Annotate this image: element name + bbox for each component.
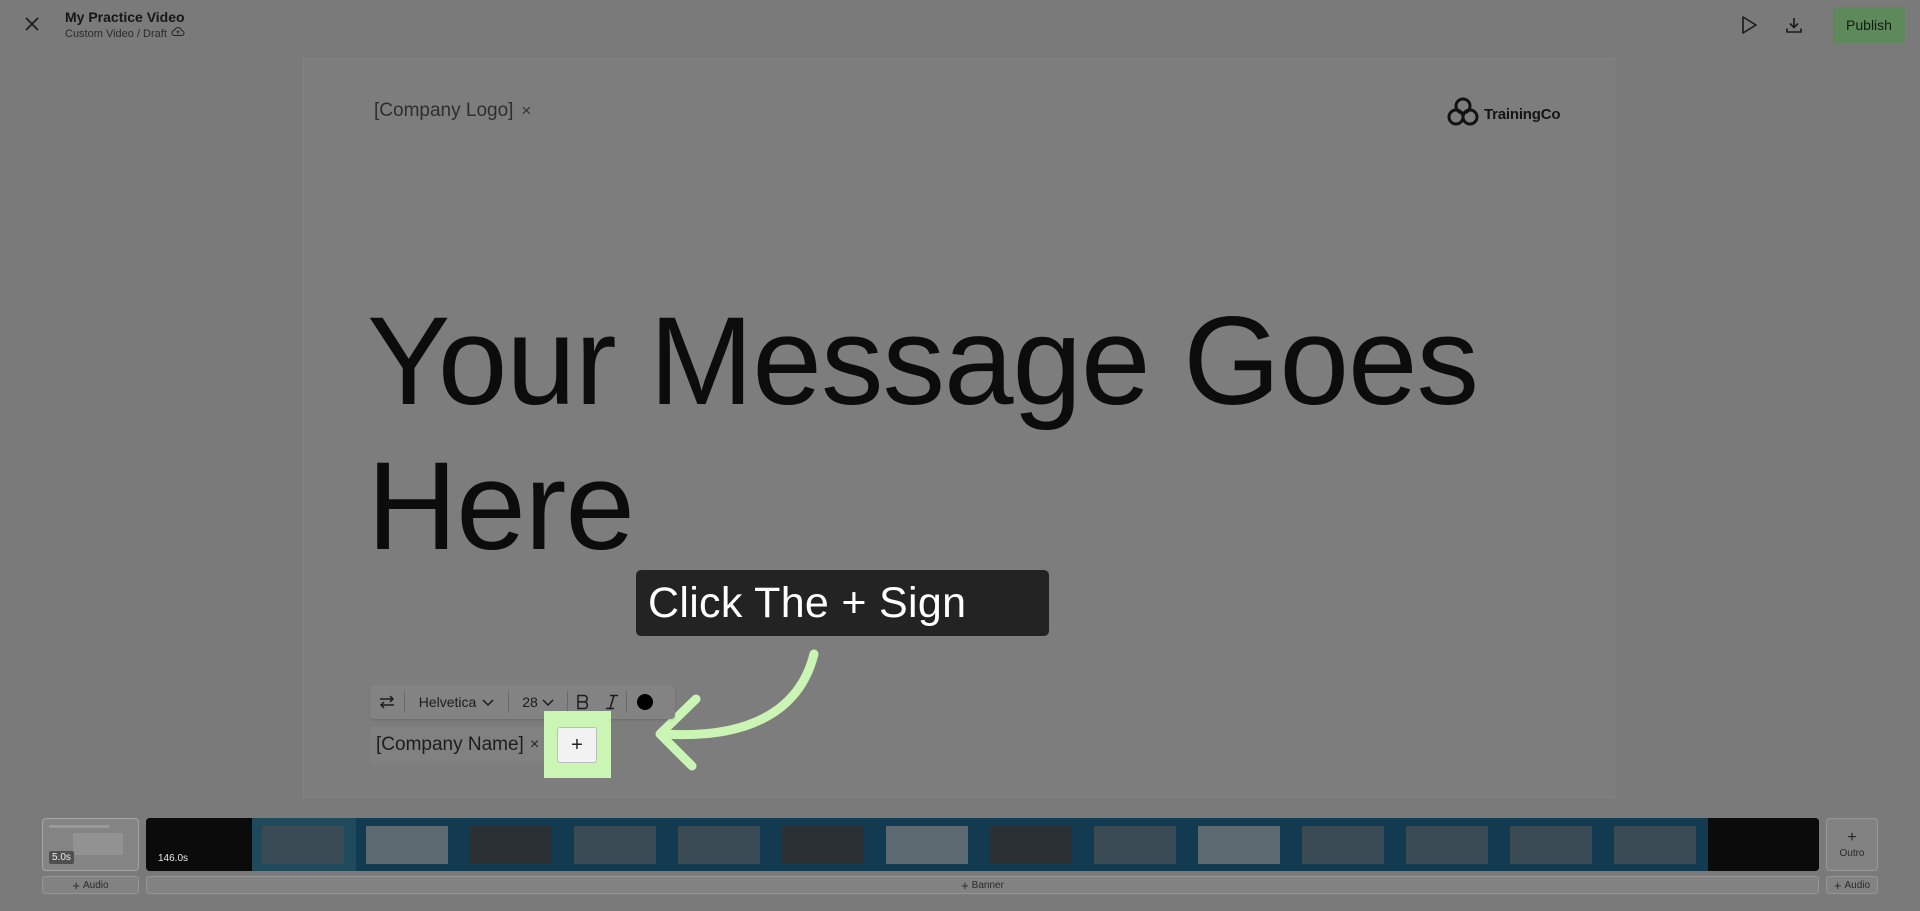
- audio-label: Audio: [83, 879, 109, 891]
- brand-logo: TrainingCo: [1446, 95, 1561, 134]
- chevron-down-icon: [542, 694, 554, 710]
- add-outro-button[interactable]: + Outro: [1826, 818, 1878, 871]
- text-color-picker[interactable]: [627, 685, 663, 719]
- remove-company-name-button[interactable]: ×: [530, 736, 539, 754]
- color-swatch-icon: [637, 694, 653, 710]
- play-icon[interactable]: [1736, 12, 1762, 38]
- font-family-value: Helvetica: [418, 694, 477, 710]
- frame-shot: [782, 826, 864, 864]
- thumb-box: [73, 833, 123, 855]
- timeline: 5.0s 146.0s + Outro + Audio + Banner + A…: [0, 812, 1920, 911]
- clip-frame: [564, 818, 668, 871]
- clip-frame: [980, 818, 1084, 871]
- font-family-select[interactable]: Helvetica: [405, 685, 508, 719]
- clip-frame: [356, 818, 460, 871]
- intro-duration-badge: 5.0s: [49, 851, 74, 864]
- headline-line-1: Your Message Goes: [367, 292, 1479, 431]
- clip-frame: [668, 818, 772, 871]
- frame-shot: [1614, 826, 1696, 864]
- frame-shot: [574, 826, 656, 864]
- plus-icon: +: [961, 877, 969, 893]
- frame-shot: [990, 826, 1072, 864]
- clip-frame: [1708, 818, 1819, 871]
- add-element-button[interactable]: +: [557, 727, 597, 763]
- company-logo-placeholder[interactable]: [Company Logo] ×: [374, 100, 531, 122]
- plus-icon: +: [1833, 877, 1842, 893]
- intro-slide-thumbnail[interactable]: 5.0s: [42, 818, 139, 871]
- trainingco-logo-icon: [1446, 95, 1480, 134]
- video-status: Custom Video / Draft: [65, 26, 185, 42]
- font-size-value: 28: [522, 694, 538, 710]
- logo-placeholder-text: [Company Logo]: [374, 100, 514, 121]
- add-outro-audio-button[interactable]: + Audio: [1826, 876, 1878, 894]
- title-block: My Practice Video Custom Video / Draft: [65, 9, 185, 42]
- video-title: My Practice Video: [65, 9, 185, 25]
- clip-frame: [1188, 818, 1292, 871]
- frame-shot: [1302, 826, 1384, 864]
- clip-frame: [876, 818, 980, 871]
- banner-label: Banner: [971, 879, 1004, 891]
- clip-frame: [1292, 818, 1396, 871]
- tutorial-callout: Click The + Sign: [636, 570, 1049, 636]
- close-icon[interactable]: [20, 12, 44, 36]
- headline-line-2: Here: [367, 437, 635, 576]
- clip-frame: [772, 818, 876, 871]
- slide-canvas[interactable]: [Company Logo] × TrainingCo Your Message…: [303, 58, 1615, 798]
- brand-name: TrainingCo: [1484, 106, 1561, 123]
- clip-frame: [460, 818, 564, 871]
- breadcrumb: Custom Video / Draft: [65, 27, 167, 40]
- top-bar: My Practice Video Custom Video / Draft P…: [0, 0, 1920, 50]
- frame-shot: [678, 826, 760, 864]
- cloud-sync-icon: [171, 26, 185, 42]
- frame-shot: [1094, 826, 1176, 864]
- clip-duration-badge: 146.0s: [158, 853, 189, 864]
- clip-frame: [1084, 818, 1188, 871]
- plus-icon: +: [72, 877, 80, 893]
- frame-shot: [886, 826, 968, 864]
- frame-shot: [1510, 826, 1592, 864]
- headline-text[interactable]: Your Message Goes Here: [367, 289, 1517, 579]
- remove-logo-button[interactable]: ×: [521, 101, 531, 121]
- clip-frame: [1500, 818, 1604, 871]
- outro-label: Outro: [1839, 848, 1865, 859]
- video-clip-strip[interactable]: 146.0s: [146, 818, 1819, 871]
- frame-shot: [366, 826, 448, 864]
- clip-frame: [252, 818, 356, 871]
- audio-label: Audio: [1844, 879, 1871, 891]
- company-name-field[interactable]: [Company Name] ×: [370, 727, 555, 763]
- company-name-placeholder: [Company Name]: [376, 734, 524, 755]
- swap-icon[interactable]: [370, 685, 404, 719]
- clip-frame: [1396, 818, 1500, 871]
- clip-frame: [1604, 818, 1708, 871]
- plus-icon: +: [1847, 829, 1857, 846]
- publish-button[interactable]: Publish: [1833, 7, 1905, 43]
- text-format-toolbar: Helvetica 28: [370, 685, 675, 719]
- add-banner-button[interactable]: + Banner: [146, 876, 1819, 894]
- thumb-line: [49, 825, 109, 828]
- add-intro-audio-button[interactable]: + Audio: [42, 876, 139, 894]
- frame-shot: [262, 826, 344, 864]
- frame-shot: [1406, 826, 1488, 864]
- download-icon[interactable]: [1781, 12, 1807, 38]
- frame-shot: [1198, 826, 1280, 864]
- frame-shot: [470, 826, 552, 864]
- chevron-down-icon: [482, 694, 494, 710]
